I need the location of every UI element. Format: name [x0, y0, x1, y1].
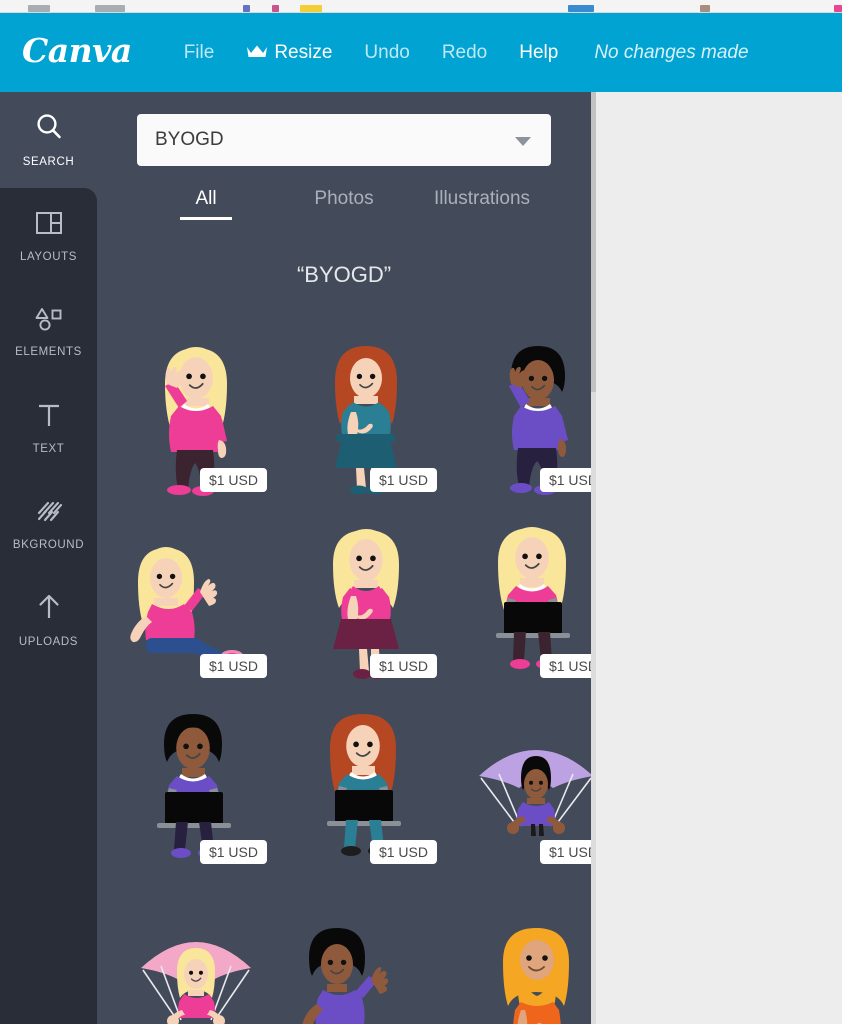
- header-menu-label: File: [183, 41, 215, 63]
- tab-illustrations[interactable]: Illustrations: [413, 188, 551, 220]
- bookmark-fragment: [95, 5, 125, 12]
- header-menu-help[interactable]: Help: [503, 36, 574, 70]
- sidebar-item-background[interactable]: BKGROUND: [0, 476, 97, 572]
- header-menu-undo[interactable]: Undo: [348, 36, 425, 70]
- sidebar-rail: SEARCH LAYOUTS ELEMENTS TEXT BKGROUND UP…: [0, 92, 97, 1024]
- sidebar-rail-lower: LAYOUTS ELEMENTS TEXT BKGROUND UPLOADS: [0, 188, 97, 1024]
- result-item[interactable]: [111, 868, 281, 1024]
- dark-skin-girl-parachute-illustration: [451, 728, 591, 868]
- bookmark-fragment: [300, 5, 322, 12]
- upload-arrow-icon: [35, 592, 63, 627]
- result-item[interactable]: $1 USD: [451, 682, 591, 868]
- tab-all[interactable]: All: [137, 188, 275, 220]
- search-panel: AllPhotosIllustrations “BYOGD” $1 USD$1 …: [97, 92, 591, 1024]
- search-input[interactable]: [137, 114, 551, 166]
- blonde-woman-with-laptop-illustration: [466, 514, 591, 682]
- sidebar-item-text[interactable]: TEXT: [0, 380, 97, 476]
- search-icon: [34, 112, 64, 147]
- bookmark-fragment: [700, 5, 710, 12]
- background-icon: [35, 497, 63, 530]
- browser-bookmarks-strip: [0, 0, 842, 13]
- sidebar-item-label: BKGROUND: [12, 539, 85, 551]
- canva-logo[interactable]: Canva: [22, 34, 132, 71]
- sidebar-item-label: ELEMENTS: [15, 346, 82, 358]
- header-menu: File Resize Undo Redo Help: [168, 36, 575, 70]
- bookmark-fragment: [28, 5, 50, 12]
- sidebar-item-search[interactable]: SEARCH: [0, 92, 97, 188]
- bookmark-fragment: [272, 5, 279, 12]
- woman-hijab-orange-dress-illustration: [471, 914, 591, 1024]
- blonde-woman-waving-pink-top-illustration: [131, 328, 261, 496]
- sidebar-item-elements[interactable]: ELEMENTS: [0, 284, 97, 380]
- header-menu-label: Help: [519, 41, 559, 63]
- search-area: [97, 92, 591, 166]
- dark-skin-woman-waving-purple-top-illustration: [471, 328, 591, 496]
- result-item[interactable]: $1 USD: [111, 310, 281, 496]
- result-item[interactable]: $1 USD: [111, 682, 281, 868]
- sidebar-item-layouts[interactable]: LAYOUTS: [0, 188, 97, 284]
- redhead-woman-teal-dress-illustration: [301, 328, 431, 496]
- result-item[interactable]: $1 USD: [281, 496, 451, 682]
- bookmark-fragment: [834, 5, 842, 12]
- sidebar-item-label: TEXT: [32, 443, 65, 455]
- filter-tabs: All Photos Illustrations: [97, 188, 591, 220]
- bookmark-fragment: [568, 5, 594, 12]
- save-status-text: No changes made: [594, 41, 749, 63]
- header-menu-label: Resize: [274, 41, 333, 63]
- dark-skin-woman-with-laptop-illustration: [126, 700, 266, 868]
- layouts-icon: [35, 209, 63, 242]
- header-menu-resize[interactable]: Resize: [230, 36, 348, 70]
- sidebar-item-uploads[interactable]: UPLOADS: [0, 572, 97, 668]
- crown-icon: [246, 44, 268, 62]
- results-title: “BYOGD”: [296, 262, 392, 287]
- chevron-down-icon[interactable]: [515, 137, 531, 146]
- result-item[interactable]: $1 USD: [281, 682, 451, 868]
- text-icon: [35, 401, 63, 434]
- header-menu-redo[interactable]: Redo: [426, 36, 503, 70]
- dark-skin-woman-sitting-waving-illustration: [281, 914, 451, 1024]
- result-item[interactable]: $1 USD: [281, 310, 451, 496]
- sidebar-item-label: SEARCH: [22, 156, 75, 168]
- sidebar-item-label: LAYOUTS: [19, 251, 78, 263]
- blonde-woman-sitting-waving-illustration: [116, 514, 276, 682]
- result-item[interactable]: [281, 868, 451, 1024]
- blonde-girl-parachute-illustration: [111, 924, 281, 1024]
- design-canvas-area[interactable]: [596, 92, 842, 1024]
- result-item[interactable]: $1 USD: [451, 496, 591, 682]
- result-item[interactable]: [451, 868, 591, 1024]
- result-item[interactable]: $1 USD: [111, 496, 281, 682]
- results-grid: $1 USD$1 USD$1 USD$1 USD$1 USD$1 USD$1 U…: [97, 310, 591, 1024]
- sidebar-item-label: UPLOADS: [18, 636, 79, 648]
- elements-icon: [34, 306, 64, 337]
- header-menu-label: Redo: [441, 41, 488, 63]
- header-menu-label: Undo: [364, 41, 410, 63]
- result-item[interactable]: $1 USD: [451, 310, 591, 496]
- search-box[interactable]: [137, 114, 551, 166]
- canva-editor: Canva File Resize Undo Redo Help No changes …: [0, 0, 842, 1024]
- app-header: Canva File Resize Undo Redo Help No changes …: [0, 13, 842, 92]
- tab-photos[interactable]: Photos: [275, 188, 413, 220]
- redhead-woman-with-laptop-illustration: [296, 700, 436, 868]
- blonde-woman-standing-pink-skirt-illustration: [301, 514, 431, 682]
- bookmark-fragment: [243, 5, 250, 12]
- header-menu-file[interactable]: File: [168, 36, 231, 70]
